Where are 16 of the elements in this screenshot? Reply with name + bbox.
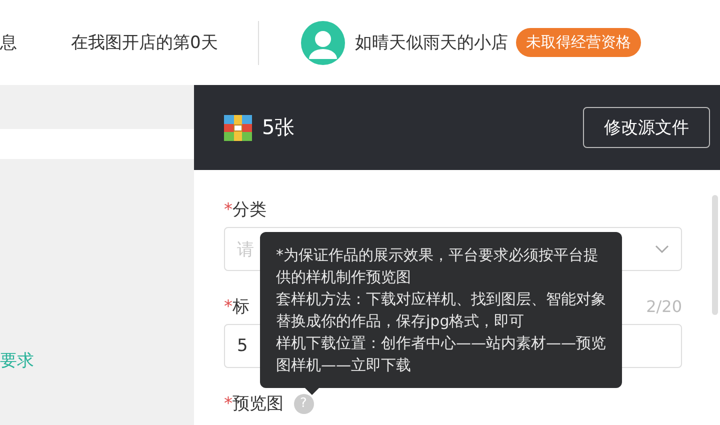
shop-name[interactable]: 如晴天似雨天的小店 (354, 31, 508, 54)
char-counter: 2/20 (646, 297, 682, 316)
avatar-icon (300, 20, 345, 64)
tooltip-text: 样机下载位置：创作者中心——站内素材——预览图样机——立即下载 (276, 333, 606, 376)
status-badge: 未取得经营资格 (516, 28, 641, 57)
archive-icon (224, 114, 252, 140)
tooltip-text: 套样机方法：下载对应样机、找到图层、智能对象替换成你的作品，保存jpg格式，即可 (276, 289, 606, 332)
tooltip-text: *为保证作品的展示效果，平台要求必须按平台提供的样机制作预览图 (276, 245, 600, 288)
field-label: *预览图 (224, 393, 284, 415)
field-label: *分类 (224, 199, 266, 221)
chevron-down-icon (655, 245, 669, 253)
panel-title: 5张 (262, 114, 296, 141)
nav-link[interactable]: 息 (0, 31, 40, 54)
field-label: *标 (224, 296, 250, 318)
days-text: 在我图开店的第0天 (71, 32, 218, 54)
edit-source-button[interactable]: 修改源文件 (583, 107, 710, 148)
